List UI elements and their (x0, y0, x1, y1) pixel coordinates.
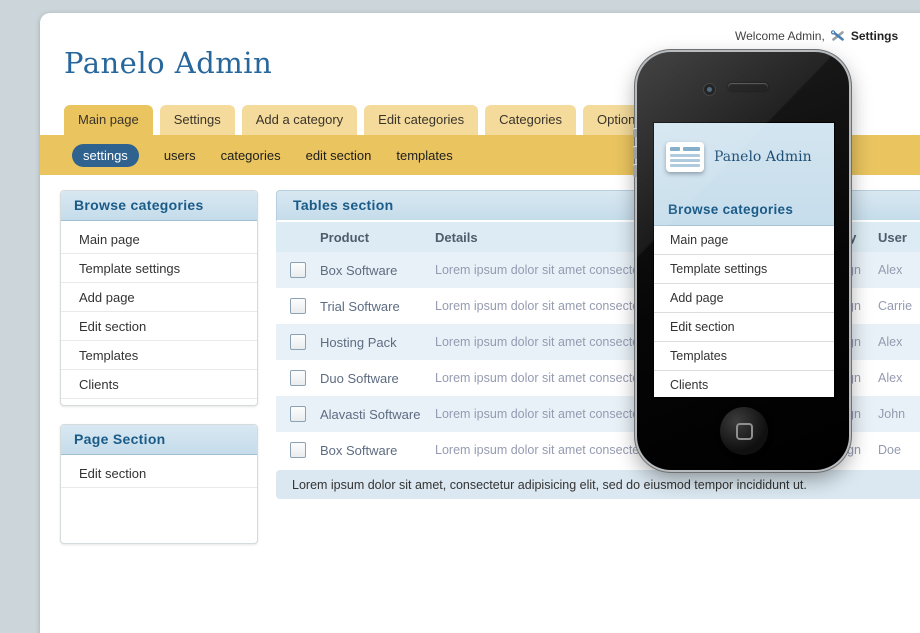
phone-home-button[interactable] (720, 407, 768, 455)
tab-edit-categories[interactable]: Edit categories (364, 105, 478, 135)
phone-mute-switch[interactable] (633, 128, 637, 137)
phone-app-header: Panelo Admin Browse categories (654, 123, 834, 226)
phone-menu-item-clients[interactable]: Clients (654, 371, 834, 398)
cell-user: Doe (878, 443, 920, 457)
tab-main-page[interactable]: Main page (64, 105, 153, 135)
main-tabs: Main page Settings Add a category Edit c… (64, 107, 725, 135)
phone-volume-down-button[interactable] (633, 164, 637, 177)
cell-product: Box Software (320, 443, 435, 458)
page-section-title: Page Section (61, 425, 257, 455)
column-header-product: Product (320, 230, 435, 245)
browse-categories-list: Main page Template settings Add page Edi… (61, 225, 257, 399)
sidebar-item-main-page[interactable]: Main page (61, 225, 257, 254)
row-checkbox[interactable] (290, 298, 306, 314)
page-section-panel: Page Section Edit section (60, 424, 258, 544)
cell-user: Alex (878, 335, 920, 349)
sidebar-item-template-settings[interactable]: Template settings (61, 254, 257, 283)
cell-user: Carrie (878, 299, 920, 313)
tab-add-a-category[interactable]: Add a category (242, 105, 357, 135)
cell-product: Alavasti Software (320, 407, 435, 422)
sidebar-item-templates[interactable]: Templates (61, 341, 257, 370)
welcome-text: Welcome Admin, (735, 29, 825, 43)
table-footer-note: Lorem ipsum dolor sit amet, consectetur … (276, 470, 920, 499)
cell-user: Alex (878, 263, 920, 277)
row-checkbox[interactable] (290, 406, 306, 422)
phone-menu-item-template-settings[interactable]: Template settings (654, 255, 834, 284)
phone-camera-icon (703, 83, 716, 96)
cell-product: Box Software (320, 263, 435, 278)
page-section-list: Edit section (61, 459, 257, 488)
cell-product: Hosting Pack (320, 335, 435, 350)
browse-categories-title: Browse categories (61, 191, 257, 221)
app-title: Panelo Admin (64, 46, 272, 80)
app-window-icon (666, 142, 704, 172)
row-checkbox[interactable] (290, 442, 306, 458)
tab-categories[interactable]: Categories (485, 105, 576, 135)
sidebar-item-clients[interactable]: Clients (61, 370, 257, 399)
phone-menu-item-templates[interactable]: Templates (654, 342, 834, 371)
phone-menu-list: Main page Template settings Add page Edi… (654, 226, 834, 398)
phone-screen: Panelo Admin Browse categories Main page… (653, 122, 835, 398)
row-checkbox[interactable] (290, 262, 306, 278)
subnav-categories[interactable]: categories (221, 148, 281, 163)
subnav-edit-section[interactable]: edit section (306, 148, 372, 163)
phone-speaker-icon (728, 83, 768, 91)
tools-icon (830, 28, 846, 44)
cell-product: Duo Software (320, 371, 435, 386)
row-checkbox[interactable] (290, 334, 306, 350)
phone-menu-item-edit-section[interactable]: Edit section (654, 313, 834, 342)
header-user-area: Welcome Admin, Settings (735, 28, 898, 44)
phone-volume-up-button[interactable] (633, 146, 637, 159)
phone-mockup: Panelo Admin Browse categories Main page… (637, 52, 849, 470)
settings-link[interactable]: Settings (851, 29, 898, 43)
cell-user: Alex (878, 371, 920, 385)
sidebar-item-edit-section-2[interactable]: Edit section (61, 459, 257, 488)
phone-menu-title: Browse categories (654, 194, 834, 226)
sidebar-item-edit-section[interactable]: Edit section (61, 312, 257, 341)
sidebar-item-add-page[interactable]: Add page (61, 283, 257, 312)
phone-app-title: Panelo Admin (714, 149, 812, 165)
column-header-user: User (878, 230, 920, 245)
phone-menu-item-main-page[interactable]: Main page (654, 226, 834, 255)
phone-menu-item-add-page[interactable]: Add page (654, 284, 834, 313)
browse-categories-panel: Browse categories Main page Template set… (60, 190, 258, 406)
cell-product: Trial Software (320, 299, 435, 314)
tab-settings[interactable]: Settings (160, 105, 235, 135)
subnav-settings[interactable]: settings (72, 144, 139, 167)
subnav-templates[interactable]: templates (396, 148, 452, 163)
cell-user: John (878, 407, 920, 421)
subnav-users[interactable]: users (164, 148, 196, 163)
row-checkbox[interactable] (290, 370, 306, 386)
